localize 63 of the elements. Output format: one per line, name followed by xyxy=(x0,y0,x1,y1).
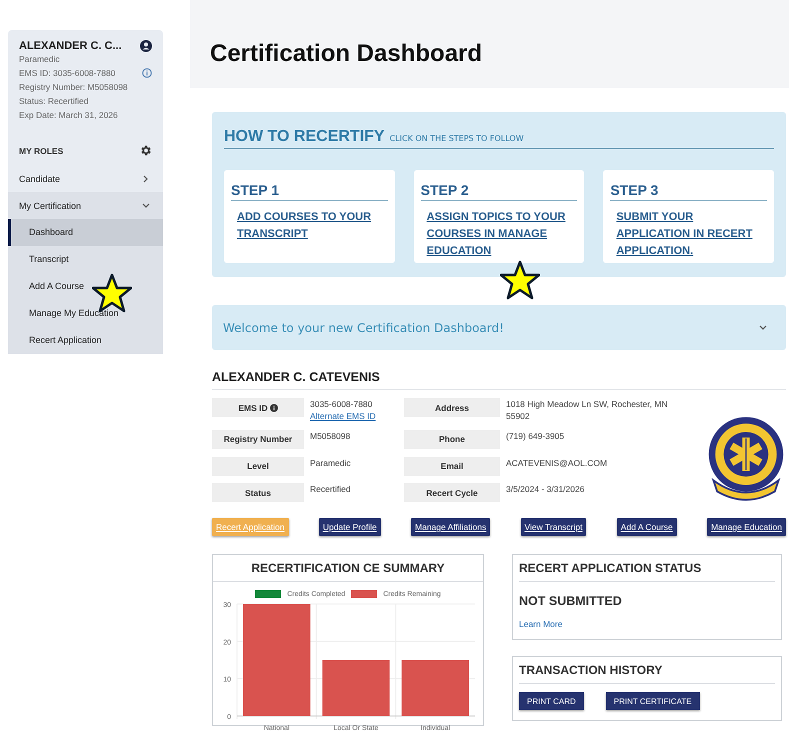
field-value: 3/5/2024 - 3/31/2026 xyxy=(506,484,584,494)
user-icon[interactable] xyxy=(140,40,152,52)
field-label: Registry Number xyxy=(212,430,304,449)
submenu-item[interactable]: Transcript xyxy=(8,246,163,273)
field-label: EMS ID xyxy=(212,398,304,417)
print-button[interactable]: PRINT CARD xyxy=(519,692,584,710)
user-detail: EMS ID: 3035-6008-7880 xyxy=(19,67,116,80)
status-text: NOT SUBMITTED xyxy=(519,594,623,608)
step-title: STEP 2 xyxy=(420,182,578,201)
field-label: Address xyxy=(404,398,500,417)
bar xyxy=(322,660,390,716)
action-button[interactable]: Update Profile xyxy=(318,518,381,536)
section-heading: MY ROLES xyxy=(19,146,64,156)
settings-icon[interactable] xyxy=(139,144,152,157)
field-value: M5058098 xyxy=(310,430,350,441)
field-label: Email xyxy=(404,456,500,476)
profile-name: ALEXANDER C. CATEVENIS xyxy=(212,370,786,390)
action-button[interactable]: Manage Affiliations xyxy=(411,518,490,536)
step-link[interactable]: ASSIGN TOPICS TO YOUR COURSES IN MANAGE EDUCATION xyxy=(426,209,572,260)
menu-item[interactable]: My Certification xyxy=(8,192,163,219)
user-detail: Status: Recertified xyxy=(19,95,88,108)
alternate-id-link[interactable]: Alternate EMS ID xyxy=(310,411,376,421)
panel-title: HOW TO RECERTIFY xyxy=(224,128,385,146)
step-link[interactable]: ADD COURSES TO YOUR TRANSCRIPT xyxy=(237,209,382,243)
card-title: RECERTIFICATION CE SUMMARY xyxy=(213,555,483,582)
user-detail: Registry Number: M5058098 xyxy=(19,81,128,94)
card-title: TRANSACTION HISTORY xyxy=(519,657,775,684)
field-label: Recert Cycle xyxy=(404,483,500,502)
panel-subtitle: CLICK ON THE STEPS TO FOLLOW xyxy=(390,134,524,143)
print-button[interactable]: PRINT CERTIFICATE xyxy=(606,692,700,710)
user-name: ALEXANDER C. C... xyxy=(19,40,122,52)
field-value: 3035-6008-7880 xyxy=(310,399,372,409)
chevron-icon xyxy=(141,200,151,210)
legend-swatch xyxy=(351,590,378,598)
legend-swatch xyxy=(255,590,282,598)
info-icon[interactable] xyxy=(270,404,278,412)
bar xyxy=(402,660,469,716)
submenu-item[interactable]: Manage My Education xyxy=(8,300,163,327)
submenu-item[interactable]: Recert Application xyxy=(8,327,163,354)
step-title: STEP 3 xyxy=(610,182,768,201)
page-title: Certification Dashboard xyxy=(210,40,482,68)
action-button[interactable]: Add A Course xyxy=(616,518,677,536)
submenu-item[interactable]: Dashboard xyxy=(8,219,163,246)
chevron-icon xyxy=(758,322,768,332)
field-label: Status xyxy=(212,483,304,502)
action-button[interactable]: View Transcript xyxy=(520,518,586,536)
field-value: Paramedic xyxy=(310,458,351,468)
action-button[interactable]: Manage Education xyxy=(707,518,786,536)
field-value: 1018 High Meadow Ln SW, Rochester, MN 55902 xyxy=(506,399,668,421)
menu-item[interactable]: Candidate xyxy=(8,165,163,192)
field-value: Recertified xyxy=(310,484,351,494)
learn-more-link[interactable]: Learn More xyxy=(519,619,562,629)
welcome-text: Welcome to your new Certification Dashboard! xyxy=(223,320,504,334)
user-detail: Paramedic xyxy=(19,53,60,66)
field-label: Level xyxy=(212,456,304,476)
field-value: (719) 649-3905 xyxy=(506,430,564,441)
field-label: Phone xyxy=(404,430,500,449)
star-icon xyxy=(500,260,540,300)
card-title: RECERT APPLICATION STATUS xyxy=(519,555,775,582)
step-title: STEP 1 xyxy=(231,182,388,201)
user-detail: Exp Date: March 31, 2026 xyxy=(19,109,118,122)
field-value: ACATEVENIS@AOL.COM xyxy=(506,458,608,468)
step-link[interactable]: SUBMIT YOUR APPLICATION IN RECERT APPLICATION. xyxy=(616,209,762,260)
